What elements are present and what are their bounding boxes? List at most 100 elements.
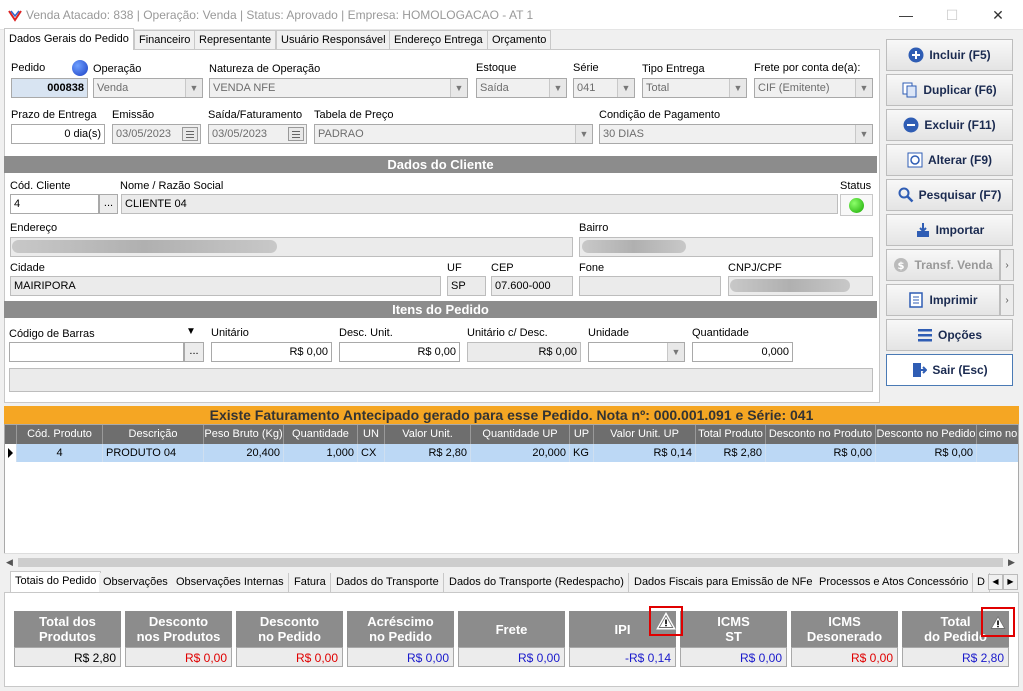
tipo-entrega-select[interactable]: Total ▼ [642, 78, 747, 98]
tab-totais-pedido[interactable]: Totais do Pedido [10, 571, 102, 593]
close-button[interactable]: ✕ [975, 0, 1021, 30]
grid-header[interactable]: Peso Bruto (Kg) [204, 425, 284, 444]
excluir-button[interactable]: Excluir (F11) [886, 109, 1013, 141]
tab-processos[interactable]: Processos e Atos Concessório [815, 573, 974, 592]
grid-cell[interactable]: 1,000 [284, 444, 358, 462]
sair-button[interactable]: Sair (Esc) [886, 354, 1013, 386]
pedido-number-field: 000838 [11, 78, 88, 98]
unidade-select[interactable]: ▼ [588, 342, 685, 362]
tipo-entrega-label: Tipo Entrega [642, 63, 705, 75]
condicao-select[interactable]: 30 DIAS ▼ [599, 124, 873, 144]
grid-cell[interactable]: CX [358, 444, 385, 462]
grid-header[interactable]: Descrição [103, 425, 204, 444]
tabs-scroll-left-icon[interactable]: ◀ [988, 574, 1003, 590]
grid-header[interactable]: Quantidade UP [471, 425, 570, 444]
scroll-left-icon[interactable]: ◀ [6, 557, 13, 568]
tab-endereco-entrega[interactable]: Endereço Entrega [389, 30, 488, 49]
bairro-redacted [582, 240, 686, 253]
scroll-right-icon[interactable]: ▶ [1008, 557, 1015, 568]
tab-dados-gerais[interactable]: Dados Gerais do Pedido [4, 28, 134, 50]
grid-cell[interactable]: R$ 2,80 [385, 444, 471, 462]
cliente-lookup-button[interactable]: ... [99, 194, 118, 214]
grid-cell[interactable]: PRODUTO 04 [103, 444, 204, 462]
emissao-date-field[interactable]: 03/05/2023 [112, 124, 201, 144]
grid-cell[interactable] [977, 444, 1018, 462]
grid-cell[interactable]: 20,400 [204, 444, 284, 462]
tab-fatura[interactable]: Fatura [290, 573, 331, 592]
alterar-button[interactable]: Alterar (F9) [886, 144, 1013, 176]
grid-cell[interactable]: R$ 0,00 [766, 444, 876, 462]
icms-desonerado-value: R$ 0,00 [791, 647, 898, 667]
warning-icon[interactable] [988, 613, 1008, 631]
duplicar-button[interactable]: Duplicar (F6) [886, 74, 1013, 106]
grid-cell[interactable]: KG [570, 444, 594, 462]
cod-cliente-input[interactable]: 4 [10, 194, 99, 214]
grid-cell[interactable]: 4 [17, 444, 103, 462]
grid-header[interactable]: Valor Unit. [385, 425, 471, 444]
grid-cell[interactable]: R$ 2,80 [696, 444, 766, 462]
prazo-field[interactable]: 0 dia(s) [11, 124, 105, 144]
grid-header[interactable]: UP [570, 425, 594, 444]
natureza-select[interactable]: VENDA NFE ▼ [209, 78, 468, 98]
grid-header[interactable]: Cód. Produto [17, 425, 103, 444]
tab-orcamento[interactable]: Orçamento [487, 30, 552, 49]
serie-label: Série [573, 62, 599, 74]
items-grid[interactable]: Cód. Produto Descrição Peso Bruto (Kg) Q… [4, 424, 1019, 570]
tab-observacoes-internas[interactable]: Observações Internas [172, 573, 289, 592]
calendar-icon[interactable] [182, 127, 198, 141]
unitario-input[interactable]: R$ 0,00 [211, 342, 332, 362]
quantidade-input[interactable]: 0,000 [692, 342, 793, 362]
grid-horizontal-scrollbar[interactable]: ◀ ▶ [4, 553, 1019, 570]
estoque-select[interactable]: Saída ▼ [476, 78, 567, 98]
grid-header[interactable]: UN [358, 425, 385, 444]
pesquisar-button[interactable]: Pesquisar (F7) [886, 179, 1013, 211]
barras-lookup-button[interactable]: ... [184, 342, 204, 362]
imprimir-menu-arrow[interactable]: › [1000, 284, 1014, 316]
saida-date-field[interactable]: 03/05/2023 [208, 124, 307, 144]
barras-dropdown-icon[interactable]: ▼ [186, 326, 196, 337]
endereco-redacted [12, 240, 277, 253]
incluir-button[interactable]: Incluir (F5) [886, 39, 1013, 71]
tab-dados-transporte[interactable]: Dados do Transporte [332, 573, 444, 592]
pedido-label: Pedido [11, 62, 46, 74]
imprimir-button[interactable]: Imprimir [886, 284, 1000, 316]
tab-financeiro[interactable]: Financeiro [134, 30, 196, 49]
tab-usuario-responsavel[interactable]: Usuário Responsável [276, 30, 391, 49]
grid-header[interactable]: Valor Unit. UP [594, 425, 696, 444]
serie-select[interactable]: 041 ▼ [573, 78, 635, 98]
grid-cell[interactable]: R$ 0,00 [876, 444, 977, 462]
calendar-icon[interactable] [288, 127, 304, 141]
importar-button[interactable]: Importar [886, 214, 1013, 246]
frete-select[interactable]: CIF (Emitente) ▼ [754, 78, 873, 98]
frete-value: R$ 0,00 [458, 647, 565, 667]
grid-header[interactable]: Quantidade [284, 425, 358, 444]
warning-icon[interactable] [656, 612, 676, 630]
tab-observacoes[interactable]: Observações [99, 573, 173, 592]
grid-header[interactable]: Desconto no Produto [766, 425, 876, 444]
total-pedido-warning-highlight[interactable] [981, 607, 1015, 637]
opcoes-button[interactable]: Opções [886, 319, 1013, 351]
tab-dados-fiscais[interactable]: Dados Fiscais para Emissão de NFe [630, 573, 818, 592]
grid-cell[interactable]: 20,000 [471, 444, 570, 462]
operacao-select[interactable]: Venda ▼ [93, 78, 203, 98]
grid-header[interactable]: Total Produto [696, 425, 766, 444]
saida-label: Saída/Faturamento [208, 109, 303, 121]
minimize-button[interactable]: — [883, 0, 929, 30]
total-produtos-value: R$ 2,80 [14, 647, 121, 667]
ipi-warning-highlight[interactable] [649, 606, 683, 636]
grid-header[interactable]: cimo no [977, 425, 1018, 444]
grid-header[interactable]: Desconto no Pedido [876, 425, 977, 444]
tabs-scroll-right-icon[interactable]: ▶ [1003, 574, 1018, 590]
chevron-down-icon: ▼ [575, 125, 592, 143]
tabela-select[interactable]: PADRAO ▼ [314, 124, 593, 144]
desc-unit-input[interactable]: R$ 0,00 [339, 342, 460, 362]
fone-label: Fone [579, 262, 605, 274]
scroll-thumb[interactable] [18, 558, 1003, 567]
desconto-pedido-header: Desconto no Pedido [236, 611, 343, 647]
frete-label: Frete por conta de(a): [754, 62, 861, 74]
tab-representante[interactable]: Representante [194, 30, 277, 49]
grid-cell[interactable]: R$ 0,14 [594, 444, 696, 462]
tab-dados-transporte-redespacho[interactable]: Dados do Transporte (Redespacho) [445, 573, 629, 592]
item-description-bar [9, 368, 873, 392]
barras-input[interactable] [9, 342, 184, 362]
